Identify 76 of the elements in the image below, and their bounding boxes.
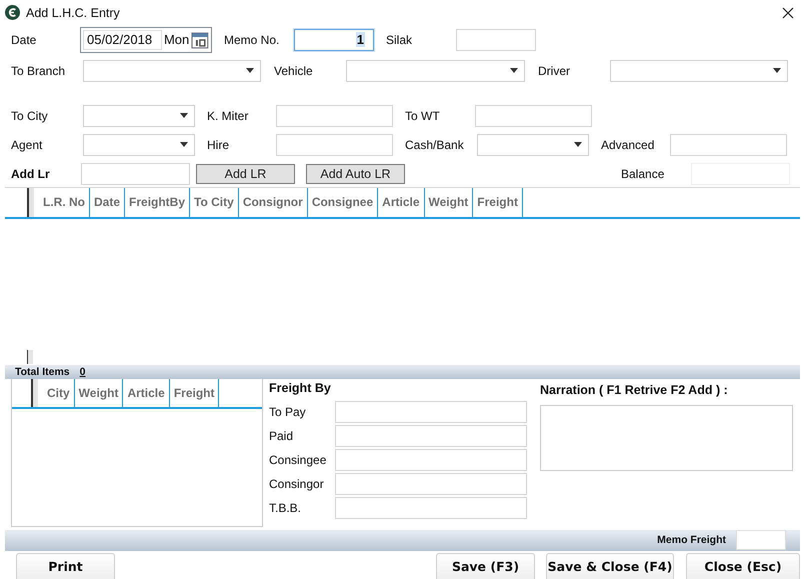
section-heading: Freight By bbox=[269, 381, 332, 398]
caret-icon bbox=[180, 113, 188, 118]
field-label: Memo No. bbox=[224, 32, 280, 47]
add-button[interactable]: Add LR bbox=[196, 164, 295, 184]
total-items-label: Total Items bbox=[15, 366, 70, 378]
calendar-icon[interactable] bbox=[191, 30, 209, 49]
field-label: Consingor bbox=[269, 477, 325, 492]
dropdown[interactable] bbox=[83, 134, 195, 156]
column-header[interactable]: Weight bbox=[424, 188, 474, 217]
action-button[interactable]: Close (Esc) bbox=[686, 553, 800, 579]
text-field[interactable] bbox=[335, 497, 527, 520]
field-label: T.B.B. bbox=[269, 501, 302, 516]
caret-icon bbox=[773, 68, 781, 74]
column-header[interactable]: Freight bbox=[473, 188, 523, 217]
field-label: Date bbox=[11, 32, 38, 47]
column-header[interactable]: City bbox=[38, 379, 75, 408]
field-label: To City bbox=[11, 108, 49, 123]
field-label: Paid bbox=[269, 429, 294, 444]
field-label: To Branch bbox=[11, 64, 66, 78]
row-header bbox=[27, 350, 33, 364]
field-label: Add Lr bbox=[11, 166, 51, 181]
field-label: To Pay bbox=[269, 405, 307, 420]
field-label: Driver bbox=[538, 64, 571, 78]
text-field[interactable] bbox=[335, 473, 527, 496]
text-field[interactable] bbox=[335, 425, 527, 448]
field-label: K. Miter bbox=[207, 108, 250, 123]
action-button[interactable]: Save & Close (F4) bbox=[546, 553, 674, 579]
dropdown[interactable] bbox=[83, 60, 261, 82]
dropdown[interactable] bbox=[83, 104, 195, 127]
close-icon[interactable] bbox=[782, 6, 794, 19]
dropdown[interactable] bbox=[477, 134, 589, 156]
action-button[interactable]: Print bbox=[16, 553, 115, 579]
field-label: Hire bbox=[207, 138, 230, 152]
field-label: To WT bbox=[405, 108, 441, 123]
add-button[interactable]: Add Auto LR bbox=[306, 164, 405, 184]
total-items-count: 0 bbox=[80, 366, 86, 378]
narration-field[interactable] bbox=[540, 405, 793, 472]
memo-freight-field[interactable] bbox=[736, 530, 786, 550]
column-header[interactable]: FreightBy bbox=[125, 188, 190, 217]
text-field[interactable] bbox=[276, 104, 393, 127]
caret-icon bbox=[574, 142, 582, 148]
text-field[interactable] bbox=[335, 401, 527, 424]
field-label: Consingee bbox=[269, 453, 328, 468]
column-header[interactable]: To City bbox=[190, 188, 239, 217]
caret-icon bbox=[246, 68, 254, 74]
text-field[interactable] bbox=[456, 28, 536, 51]
caret-icon bbox=[510, 68, 518, 74]
text-field[interactable] bbox=[335, 449, 527, 472]
narration-label: Narration ( F1 Retrive F2 Add ) : bbox=[540, 383, 729, 400]
text-field[interactable] bbox=[81, 162, 190, 185]
caret-icon bbox=[180, 142, 188, 148]
column-header[interactable]: Article bbox=[378, 188, 425, 217]
text-field[interactable] bbox=[670, 134, 787, 156]
field-label: Silak bbox=[386, 32, 414, 47]
app-logo-icon bbox=[5, 5, 20, 20]
field-label: Vehicle bbox=[274, 64, 314, 78]
dropdown[interactable] bbox=[346, 60, 525, 82]
date-picker[interactable]: 05/02/2018 Mon bbox=[80, 26, 212, 53]
field-label: Cash/Bank bbox=[405, 138, 465, 152]
window-title: Add L.H.C. Entry bbox=[26, 6, 121, 20]
memo-freight-label: Memo Freight bbox=[657, 534, 726, 546]
column-header[interactable]: Freight bbox=[170, 379, 220, 408]
text-field[interactable] bbox=[475, 104, 592, 127]
column-header[interactable]: Date bbox=[90, 188, 126, 217]
column-header[interactable]: Article bbox=[123, 379, 170, 408]
action-button[interactable]: Save (F3) bbox=[436, 553, 535, 579]
column-header[interactable]: Consignor bbox=[238, 188, 308, 217]
field-label: Advanced bbox=[601, 138, 656, 152]
column-header[interactable]: Weight bbox=[74, 379, 124, 408]
text-field[interactable] bbox=[276, 134, 393, 156]
column-header[interactable]: L.R. No bbox=[34, 188, 90, 217]
field-label: Balance bbox=[621, 166, 666, 181]
column-header[interactable]: Consignee bbox=[308, 188, 378, 217]
text-field[interactable]: 1 bbox=[294, 28, 374, 51]
dropdown[interactable] bbox=[610, 60, 788, 82]
field-label: Agent bbox=[11, 138, 44, 152]
